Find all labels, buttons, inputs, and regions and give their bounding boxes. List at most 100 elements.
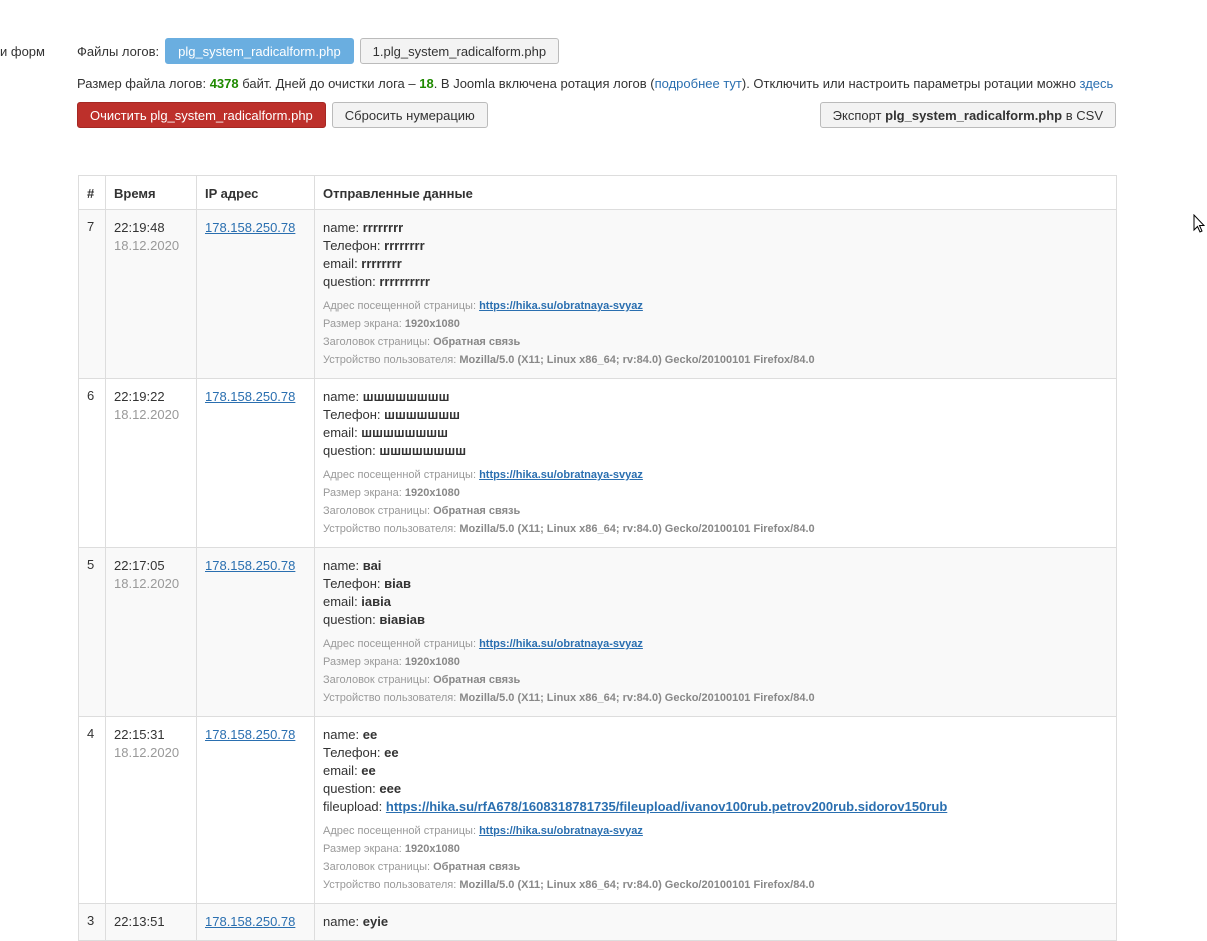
screen-size: 1920x1080 bbox=[404, 843, 460, 855]
field-line: name: rrrrrrrr bbox=[323, 219, 1108, 237]
date: 18.12.2020 bbox=[114, 576, 180, 591]
field-line: name: ee bbox=[323, 726, 1108, 744]
field-line: name: ваі bbox=[323, 557, 1108, 575]
row-ip: 178.158.250.78 bbox=[196, 209, 315, 379]
meta-label: Адрес посещенной страницы: bbox=[323, 825, 480, 837]
field-label: Телефон: bbox=[323, 238, 385, 253]
screen-size: 1920x1080 bbox=[404, 487, 460, 499]
field-value: віав bbox=[384, 576, 411, 591]
export-label: Экспорт bbox=[832, 108, 886, 123]
row-time: 22:19:48 18.12.2020 bbox=[105, 209, 197, 379]
meta-label: Размер экрана: bbox=[323, 656, 405, 668]
table-row: 3 22:13:51 178.158.250.78 name: eyie bbox=[78, 903, 1117, 941]
mouse-cursor-icon bbox=[1193, 214, 1205, 233]
meta-label: Размер экрана: bbox=[323, 318, 405, 330]
row-data: name: rrrrrrrr Телефон: rrrrrrrr email: rr… bbox=[314, 209, 1117, 379]
page-url-link[interactable]: https://hika.su/obratnaya-svyaz bbox=[479, 638, 643, 650]
row-ip: 178.158.250.78 bbox=[196, 716, 315, 904]
meta-label: Заголовок страницы: bbox=[323, 674, 434, 686]
ip-link[interactable]: 178.158.250.78 bbox=[205, 220, 295, 235]
date: 18.12.2020 bbox=[114, 407, 180, 422]
field-label: name: bbox=[323, 914, 363, 929]
field-label: Телефон: bbox=[323, 407, 385, 422]
field-label: question: bbox=[323, 274, 380, 289]
time: 22:17:05 bbox=[114, 558, 165, 573]
field-value: rrrrrrrrrr bbox=[379, 274, 430, 289]
meta-label: Устройство пользователя: bbox=[323, 879, 460, 891]
field-label: name: bbox=[323, 727, 363, 742]
page-url-link[interactable]: https://hika.su/obratnaya-svyaz bbox=[479, 825, 643, 837]
field-label: fileupload: bbox=[323, 799, 386, 814]
rotation-settings-link[interactable]: здесь bbox=[1080, 76, 1114, 91]
ip-link[interactable]: 178.158.250.78 bbox=[205, 727, 295, 742]
time: 22:19:48 bbox=[114, 220, 165, 235]
row-data: name: ee Телефон: ee email: ee question: ee… bbox=[314, 716, 1117, 904]
fileupload-link[interactable]: https://hika.su/rfA678/1608318781735/fil… bbox=[386, 799, 947, 814]
row-time: 22:13:51 bbox=[105, 903, 197, 941]
table-row: 7 22:19:48 18.12.2020 178.158.250.78 name… bbox=[78, 209, 1117, 379]
table-row: 5 22:17:05 18.12.2020 178.158.250.78 name… bbox=[78, 547, 1117, 717]
meta-label: Адрес посещенной страницы: bbox=[323, 638, 480, 650]
table-row: 4 22:15:31 18.12.2020 178.158.250.78 name… bbox=[78, 716, 1117, 904]
field-line: question: віавіав bbox=[323, 611, 1108, 629]
page-url-link[interactable]: https://hika.su/obratnaya-svyaz bbox=[479, 469, 643, 481]
field-label: name: bbox=[323, 220, 363, 235]
field-line: fileupload: https://hika.su/rfA678/16083… bbox=[323, 798, 1108, 816]
sidebar-fragment: и форм bbox=[0, 44, 45, 59]
meta-label: Заголовок страницы: bbox=[323, 336, 434, 348]
info-text: Размер файла логов: bbox=[77, 76, 210, 91]
log-info: Размер файла логов: 4378 байт. Дней до о… bbox=[77, 76, 1113, 91]
row-number: 7 bbox=[78, 209, 106, 379]
field-line: email: шшшшшшшш bbox=[323, 424, 1108, 442]
field-value: rrrrrrrr bbox=[362, 220, 404, 235]
field-line: Телефон: ee bbox=[323, 744, 1108, 762]
export-label: в CSV bbox=[1062, 108, 1103, 123]
screen-size: 1920x1080 bbox=[404, 656, 460, 668]
log-file-button[interactable]: 1.plg_system_radicalform.php bbox=[359, 38, 560, 64]
field-value: rrrrrrrr bbox=[361, 256, 402, 271]
field-line: question: rrrrrrrrrr bbox=[323, 273, 1108, 291]
user-agent: Mozilla/5.0 (X11; Linux x86_64; rv:84.0)… bbox=[459, 879, 815, 891]
reset-numbering-button[interactable]: Сбросить нумерацию bbox=[331, 102, 488, 128]
user-agent: Mozilla/5.0 (X11; Linux x86_64; rv:84.0)… bbox=[459, 354, 815, 366]
field-label: name: bbox=[323, 389, 363, 404]
export-csv-button[interactable]: Экспорт plg_system_radicalform.php в CSV bbox=[819, 102, 1116, 128]
page-title: Обратная связь bbox=[433, 861, 521, 873]
field-label: question: bbox=[323, 612, 380, 627]
field-label: email: bbox=[323, 425, 362, 440]
row-ip: 178.158.250.78 bbox=[196, 903, 315, 941]
col-ip: IP адрес bbox=[196, 175, 315, 210]
ip-link[interactable]: 178.158.250.78 bbox=[205, 389, 295, 404]
field-line: email: іавіа bbox=[323, 593, 1108, 611]
row-number: 3 bbox=[78, 903, 106, 941]
field-value: ваі bbox=[362, 558, 382, 573]
page-url-link[interactable]: https://hika.su/obratnaya-svyaz bbox=[479, 300, 643, 312]
info-text: . В Joomla включена ротация логов ( bbox=[433, 76, 655, 91]
meta-label: Адрес посещенной страницы: bbox=[323, 300, 480, 312]
date: 18.12.2020 bbox=[114, 238, 180, 253]
more-info-link[interactable]: подробнее тут bbox=[655, 76, 742, 91]
clear-log-button[interactable]: Очистить plg_system_radicalform.php bbox=[77, 102, 326, 128]
field-label: name: bbox=[323, 558, 363, 573]
field-line: email: rrrrrrrr bbox=[323, 255, 1108, 273]
field-label: email: bbox=[323, 256, 362, 271]
field-line: question: шшшшшшшш bbox=[323, 442, 1108, 460]
field-value: шшшшшшшш bbox=[379, 443, 467, 458]
ip-link[interactable]: 178.158.250.78 bbox=[205, 914, 295, 929]
submission-meta: Адрес посещенной страницы: https://hika.… bbox=[323, 822, 1108, 894]
field-line: Телефон: шшшшшшш bbox=[323, 406, 1108, 424]
info-text: байт. Дней до очистки лога – bbox=[238, 76, 420, 91]
row-ip: 178.158.250.78 bbox=[196, 547, 315, 717]
ip-link[interactable]: 178.158.250.78 bbox=[205, 558, 295, 573]
log-file-button-active[interactable]: plg_system_radicalform.php bbox=[165, 38, 354, 64]
field-value: ee bbox=[361, 763, 376, 778]
col-time: Время bbox=[105, 175, 197, 210]
screen-size: 1920x1080 bbox=[404, 318, 460, 330]
row-time: 22:15:31 18.12.2020 bbox=[105, 716, 197, 904]
user-agent: Mozilla/5.0 (X11; Linux x86_64; rv:84.0)… bbox=[459, 523, 815, 535]
field-value: шшшшшшш bbox=[384, 407, 461, 422]
page-title: Обратная связь bbox=[433, 336, 521, 348]
field-value: eyie bbox=[362, 914, 389, 929]
submission-meta: Адрес посещенной страницы: https://hika.… bbox=[323, 466, 1108, 538]
meta-label: Заголовок страницы: bbox=[323, 861, 434, 873]
